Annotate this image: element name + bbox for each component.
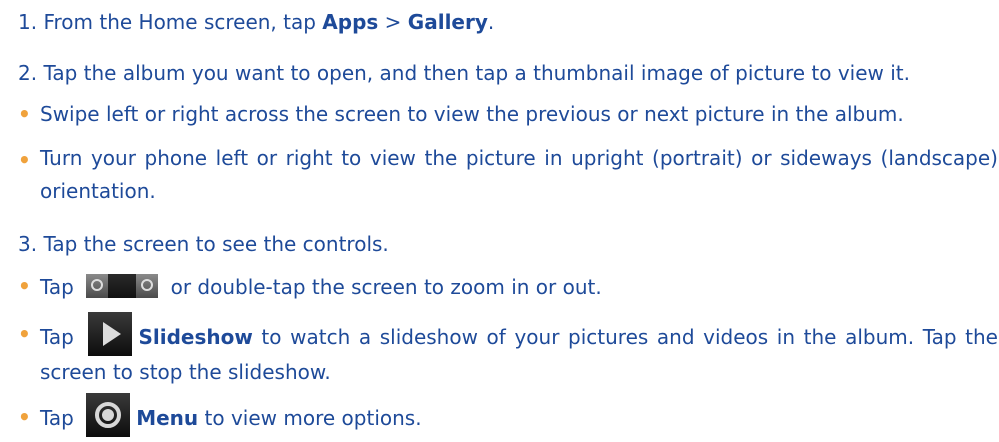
step-1: 1. From the Home screen, tap Apps > Gall…: [18, 10, 494, 34]
gallery-label: Gallery: [407, 10, 488, 34]
slideshow-label: Slideshow: [138, 325, 253, 349]
bullet-slideshow-text: Tap Slideshow to watch a slideshow of yo…: [40, 312, 998, 389]
bullet-menu-text: Tap Menu to view more options.: [40, 393, 422, 437]
bullet-marker: •: [18, 405, 31, 429]
bullet-turn-text: Turn your phone left or right to view th…: [40, 146, 998, 203]
step-2: 2. Tap the album you want to open, and t…: [18, 61, 910, 85]
bullet-swipe-text: Swipe left or right across the screen to…: [40, 102, 904, 126]
bullet-zoom-suffix: or double-tap the screen to zoom in or o…: [170, 275, 602, 299]
bullet-marker: •: [18, 274, 31, 298]
bullet-marker: •: [18, 322, 31, 346]
bullet-marker: •: [18, 148, 31, 172]
bullet-marker: •: [18, 102, 31, 126]
bullet-zoom-prefix: Tap: [40, 275, 74, 299]
step-1-suffix: .: [487, 10, 495, 34]
step-3-text: 3. Tap the screen to see the controls.: [18, 232, 389, 256]
step-1-separator: >: [378, 10, 408, 34]
play-icon: [88, 312, 133, 356]
zoom-in-icon: [136, 274, 159, 298]
zoom-icon: [86, 274, 159, 298]
bullet-zoom-text: Tap or double-tap the screen to zoom in …: [40, 274, 602, 299]
step-1-text: 1. From the Home screen, tap: [18, 10, 323, 34]
step-2-text: 2. Tap the album you want to open, and t…: [18, 61, 910, 85]
menu-label: Menu: [136, 406, 199, 430]
bullet-menu-suffix: to view more options.: [198, 406, 422, 430]
apps-label: Apps: [322, 10, 379, 34]
bullet-slideshow-prefix: Tap: [40, 325, 74, 349]
menu-icon: [86, 393, 131, 437]
zoom-out-icon: [86, 274, 109, 298]
bullet-menu-prefix: Tap: [40, 406, 74, 430]
step-3: 3. Tap the screen to see the controls.: [18, 232, 389, 256]
